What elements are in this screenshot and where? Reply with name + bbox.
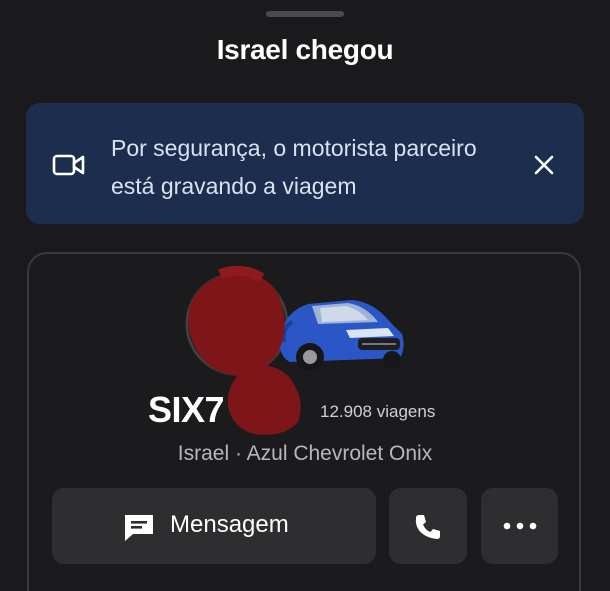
more-options-button[interactable] (481, 488, 558, 564)
sheet-grabber-handle[interactable] (266, 11, 344, 17)
message-button[interactable]: Mensagem (52, 488, 376, 564)
recording-notice-text: Por segurança, o motorista parceiro está… (111, 135, 477, 199)
trip-count: 12.908 viagens (320, 402, 436, 421)
driver-vehicle-details: Israel · Azul Chevrolet Onix (177, 442, 433, 465)
chat-icon (125, 515, 153, 541)
page-title: Israel chegou (216, 34, 394, 65)
close-icon[interactable] (530, 151, 558, 179)
ride-status-sheet: Israel chegou Por segurança, o motorista… (0, 0, 610, 591)
recording-notice-banner: Por segurança, o motorista parceiro está… (26, 103, 584, 224)
phone-icon (415, 515, 440, 539)
video-camera-icon (52, 154, 85, 176)
call-button[interactable] (389, 488, 467, 564)
license-plate: SIX7 (148, 389, 225, 430)
message-button-label: Mensagem (170, 511, 289, 538)
more-dots-icon (503, 522, 537, 530)
